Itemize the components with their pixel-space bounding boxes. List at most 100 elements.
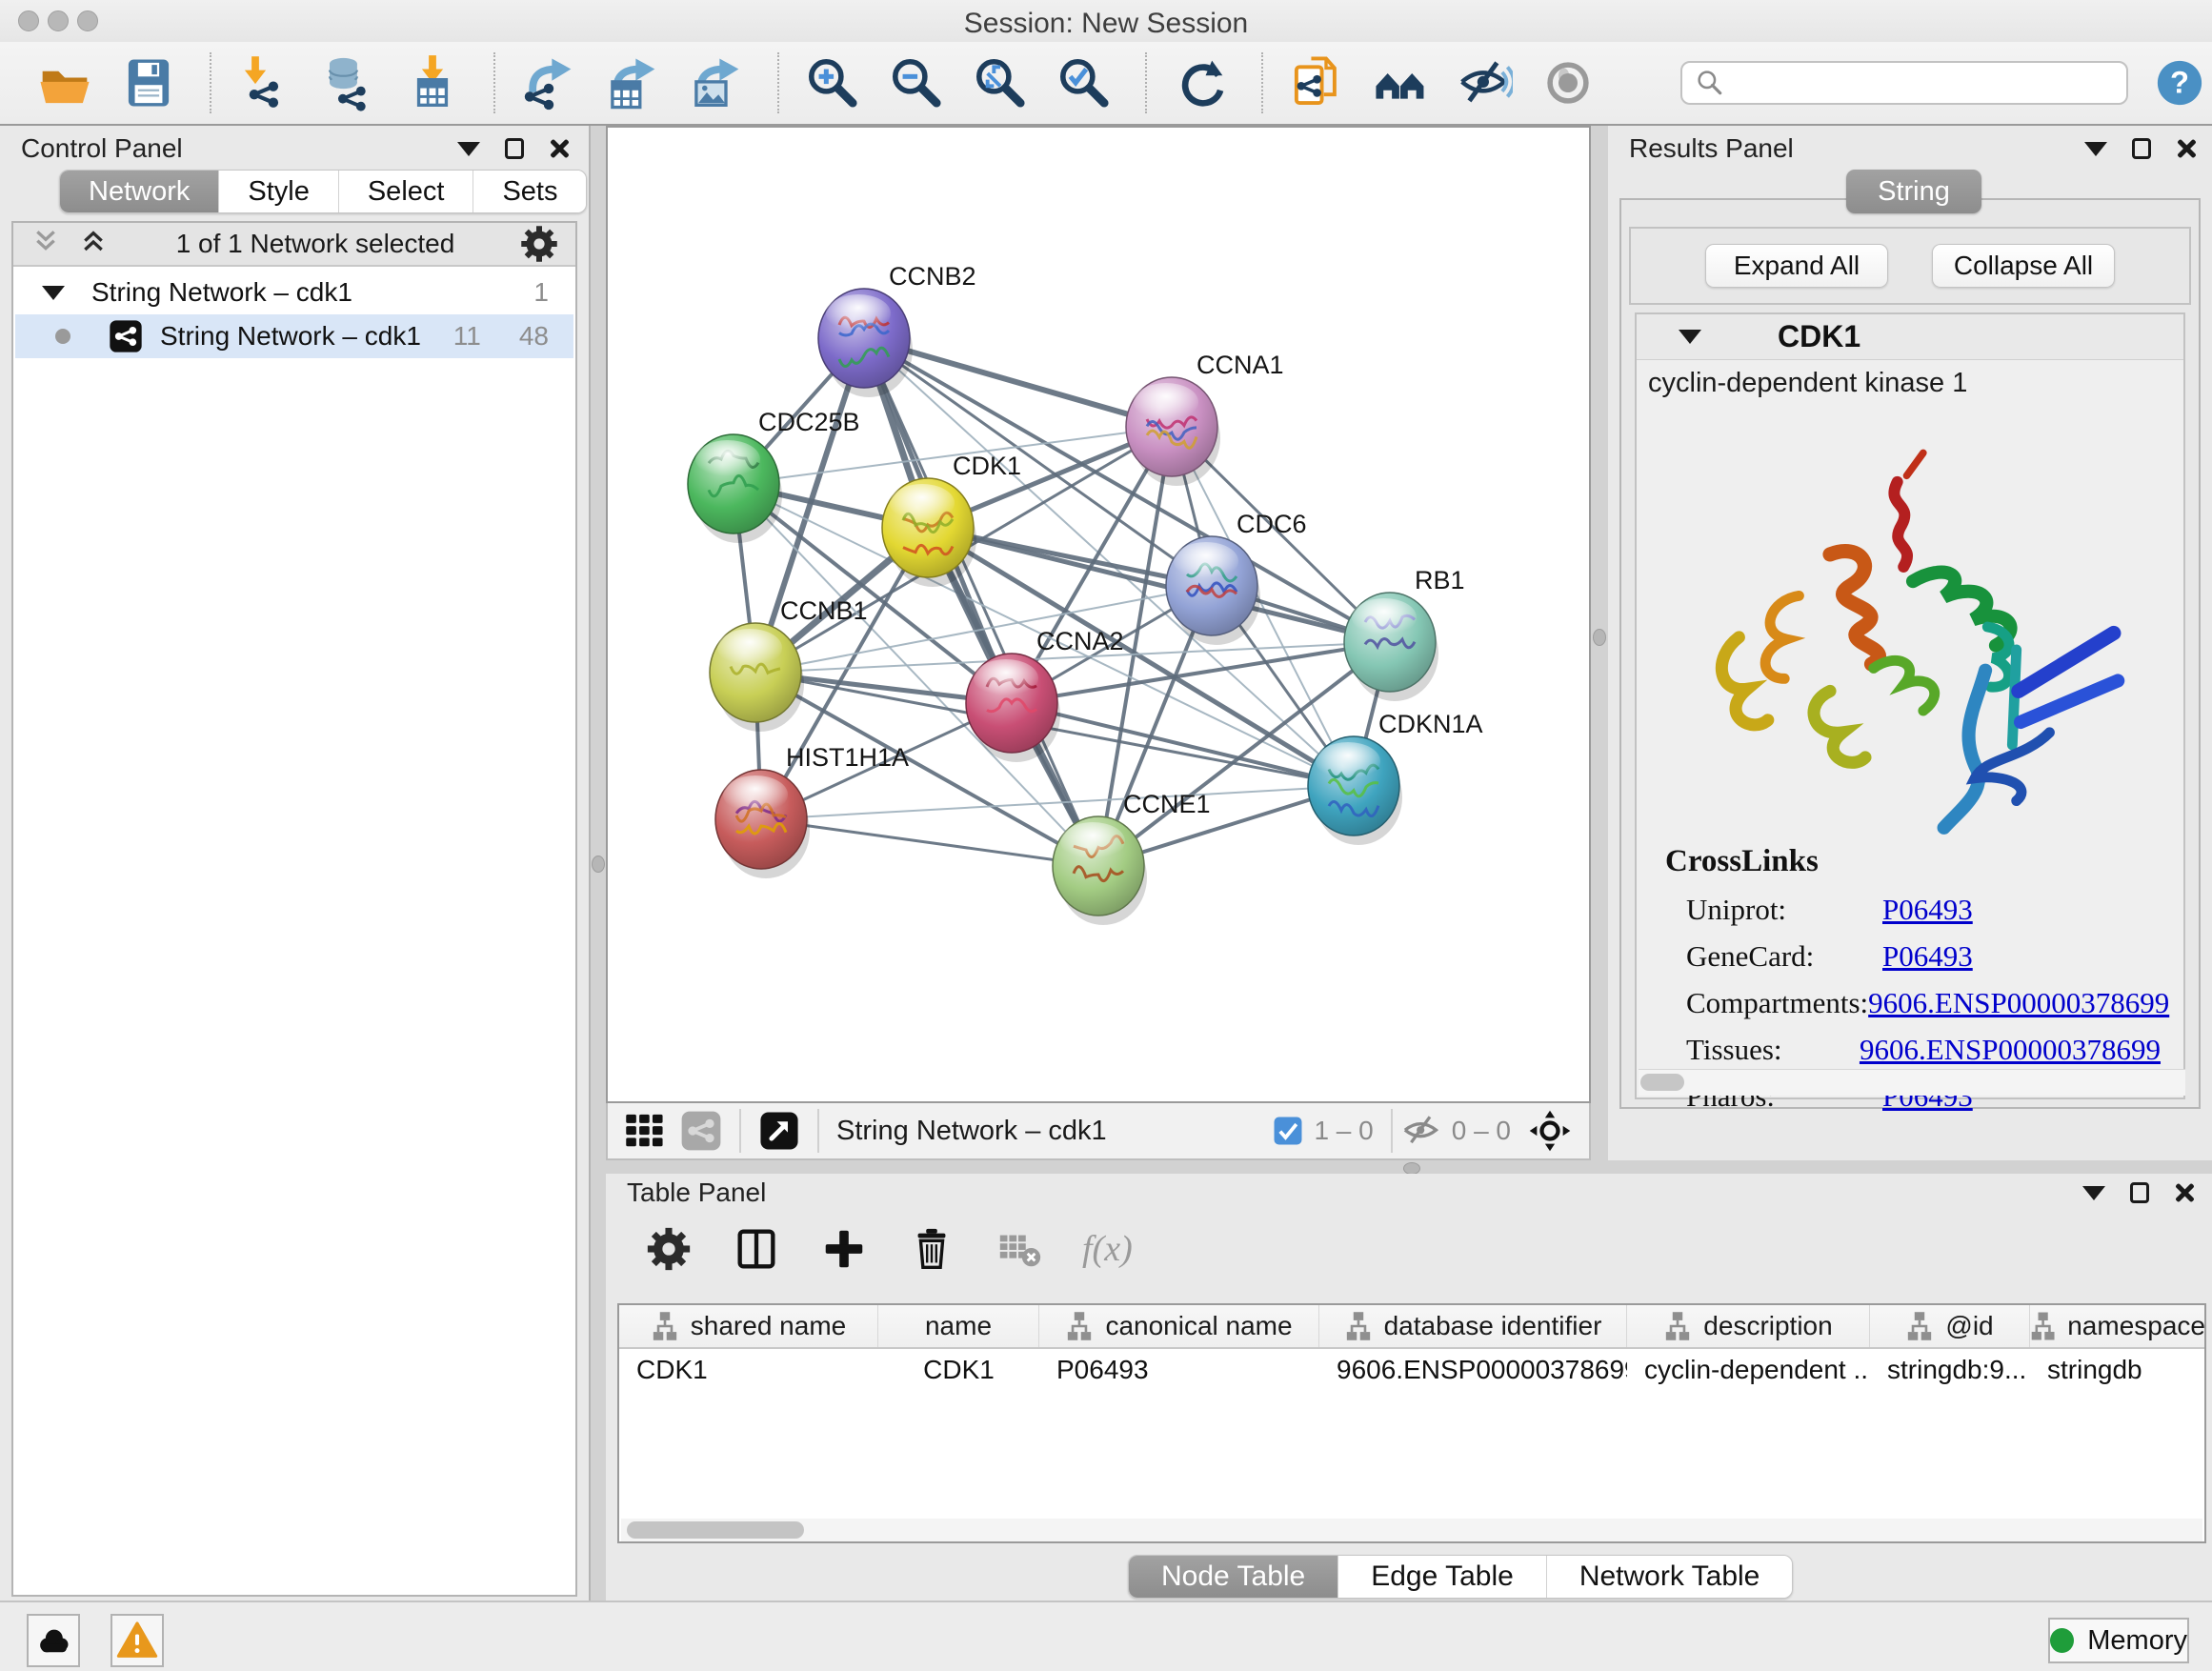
- zoom-fit-icon[interactable]: [972, 54, 1029, 111]
- node-CCNB1[interactable]: CCNB1: [710, 596, 868, 732]
- results-panel-menu-icon[interactable]: [2084, 142, 2107, 156]
- table-options-gear-icon[interactable]: [644, 1224, 694, 1274]
- vertical-splitter-handle[interactable]: [592, 856, 605, 873]
- table-panel-float-icon[interactable]: [2130, 1182, 2149, 1203]
- cell-database-identifier[interactable]: 9606.ENSP00000378699: [1319, 1349, 1627, 1391]
- node-CCNA1[interactable]: CCNA1: [1126, 351, 1284, 486]
- column-header-canonical-name[interactable]: canonical name: [1039, 1305, 1319, 1347]
- network-row[interactable]: String Network – cdk1 11 48: [15, 314, 573, 358]
- cell-namespace[interactable]: stringdb: [2030, 1349, 2206, 1391]
- tab-network[interactable]: Network: [60, 171, 219, 212]
- control-panel-menu-icon[interactable]: [457, 142, 480, 156]
- control-panel-close-icon[interactable]: [549, 138, 570, 159]
- redraw-graph-icon[interactable]: [1172, 54, 1229, 111]
- open-session-icon[interactable]: [36, 54, 93, 111]
- results-panel-float-icon[interactable]: [2132, 138, 2151, 159]
- collapse-all-button[interactable]: Collapse All: [1932, 244, 2115, 288]
- network-view-canvas[interactable]: CCNB2CCNA1CDC25BCDK1CDC6RB1CCNB1CCNA2CDK…: [606, 126, 1591, 1103]
- column-header-@id[interactable]: @id: [1870, 1305, 2030, 1347]
- column-header-name[interactable]: name: [878, 1305, 1039, 1347]
- expand-all-networks-icon[interactable]: [74, 227, 112, 261]
- import-network-file-icon[interactable]: [236, 54, 293, 111]
- column-header-database-identifier[interactable]: database identifier: [1319, 1305, 1627, 1347]
- search-input[interactable]: [1726, 69, 2126, 98]
- share-session-icon[interactable]: [1288, 54, 1345, 111]
- network-overview-icon[interactable]: [680, 1110, 722, 1152]
- node-CDC25B[interactable]: CDC25B: [688, 408, 860, 543]
- warnings-button[interactable]: [111, 1614, 164, 1667]
- tab-network-table[interactable]: Network Table: [1547, 1556, 1793, 1598]
- cell-shared-name[interactable]: CDK1: [619, 1349, 878, 1391]
- help-icon[interactable]: ?: [2155, 58, 2204, 108]
- show-all-icon[interactable]: [1539, 54, 1597, 111]
- delete-columns-icon[interactable]: [907, 1224, 956, 1274]
- cell-description[interactable]: cyclin-dependent ...: [1627, 1349, 1870, 1391]
- import-network-database-icon[interactable]: [320, 54, 377, 111]
- collection-expand-icon[interactable]: [42, 286, 65, 300]
- cloud-status-button[interactable]: [27, 1614, 80, 1667]
- node-details-header[interactable]: CDK1: [1637, 314, 2183, 360]
- crosslink-link[interactable]: 9606.ENSP00000378699: [1860, 1033, 2161, 1067]
- detach-view-icon[interactable]: [758, 1110, 800, 1152]
- hide-selected-icon[interactable]: [1456, 54, 1513, 111]
- column-header-namespace[interactable]: namespace: [2030, 1305, 2206, 1347]
- fit-content-icon[interactable]: [1528, 1109, 1572, 1153]
- node-CDC6[interactable]: CDC6: [1166, 510, 1307, 645]
- node-RB1[interactable]: RB1: [1344, 566, 1465, 701]
- node-HIST1H1A[interactable]: HIST1H1A: [715, 743, 909, 878]
- node-table[interactable]: shared namenamecanonical namedatabase id…: [617, 1303, 2206, 1543]
- network-options-gear-icon[interactable]: [518, 223, 560, 265]
- zoom-out-icon[interactable]: [888, 54, 945, 111]
- node-CCNB2[interactable]: CCNB2: [818, 262, 976, 397]
- control-panel-float-icon[interactable]: [505, 138, 524, 159]
- edge-CCNB2-CCNE1[interactable]: [864, 338, 1098, 866]
- tab-sets[interactable]: Sets: [473, 171, 586, 212]
- create-column-icon[interactable]: [819, 1224, 869, 1274]
- show-columns-icon[interactable]: [732, 1224, 781, 1274]
- crosslink-link[interactable]: P06493: [1882, 893, 1973, 927]
- import-table-file-icon[interactable]: [404, 54, 461, 111]
- selected-nodes-checkbox-icon[interactable]: [1272, 1115, 1304, 1147]
- cell-@id[interactable]: stringdb:9...: [1870, 1349, 2030, 1391]
- results-panel-title: Results Panel: [1629, 133, 1794, 164]
- column-header-shared-name[interactable]: shared name: [619, 1305, 878, 1347]
- zoom-selected-icon[interactable]: [1056, 54, 1113, 111]
- zoom-in-icon[interactable]: [804, 54, 861, 111]
- column-header-description[interactable]: description: [1627, 1305, 1870, 1347]
- cell-canonical-name[interactable]: P06493: [1039, 1349, 1319, 1391]
- network-collection-row[interactable]: String Network – cdk1 1: [15, 271, 573, 314]
- crosslink-link[interactable]: P06493: [1882, 939, 1973, 974]
- table-panel-menu-icon[interactable]: [2082, 1186, 2105, 1200]
- export-image-icon[interactable]: [688, 54, 745, 111]
- tab-string[interactable]: String: [1846, 170, 1981, 213]
- open-browser-icon[interactable]: [1372, 54, 1429, 111]
- edge-CDK1-RB1[interactable]: [928, 528, 1390, 642]
- cell-name[interactable]: CDK1: [878, 1349, 1039, 1391]
- string-network-graph[interactable]: CCNB2CCNA1CDC25BCDK1CDC6RB1CCNB1CCNA2CDK…: [608, 128, 1589, 1101]
- node-CCNE1[interactable]: CCNE1: [1053, 790, 1211, 925]
- node-CDKN1A[interactable]: CDKN1A: [1308, 710, 1483, 845]
- export-network-icon[interactable]: [520, 54, 577, 111]
- birdseye-view-icon[interactable]: [623, 1110, 665, 1152]
- table-panel-close-icon[interactable]: [2174, 1182, 2195, 1203]
- tab-select[interactable]: Select: [339, 171, 474, 212]
- control-panel-title: Control Panel: [21, 133, 183, 164]
- vertical-splitter-handle[interactable]: [1593, 629, 1606, 646]
- crosslink-link[interactable]: 9606.ENSP00000378699: [1868, 986, 2169, 1020]
- expand-all-button[interactable]: Expand All: [1705, 244, 1888, 288]
- node-CDK1[interactable]: CDK1: [882, 452, 1021, 587]
- table-horizontal-scrollbar[interactable]: [621, 1519, 2202, 1541]
- table-row[interactable]: CDK1CDK1P064939606.ENSP00000378699cyclin…: [619, 1349, 2204, 1391]
- tab-node-table[interactable]: Node Table: [1129, 1556, 1338, 1598]
- edge-HIST1H1A-CCNE1[interactable]: [761, 819, 1098, 866]
- tab-edge-table[interactable]: Edge Table: [1338, 1556, 1547, 1598]
- collapse-all-networks-icon[interactable]: [27, 227, 65, 261]
- results-horizontal-scrollbar[interactable]: [1639, 1069, 2185, 1096]
- memory-button[interactable]: Memory: [2048, 1618, 2189, 1663]
- export-table-icon[interactable]: [604, 54, 661, 111]
- node-details-collapse-icon[interactable]: [1679, 330, 1701, 344]
- results-panel-close-icon[interactable]: [2176, 138, 2197, 159]
- save-session-icon[interactable]: [120, 54, 177, 111]
- tab-style[interactable]: Style: [219, 171, 338, 212]
- search-field[interactable]: [1680, 61, 2128, 105]
